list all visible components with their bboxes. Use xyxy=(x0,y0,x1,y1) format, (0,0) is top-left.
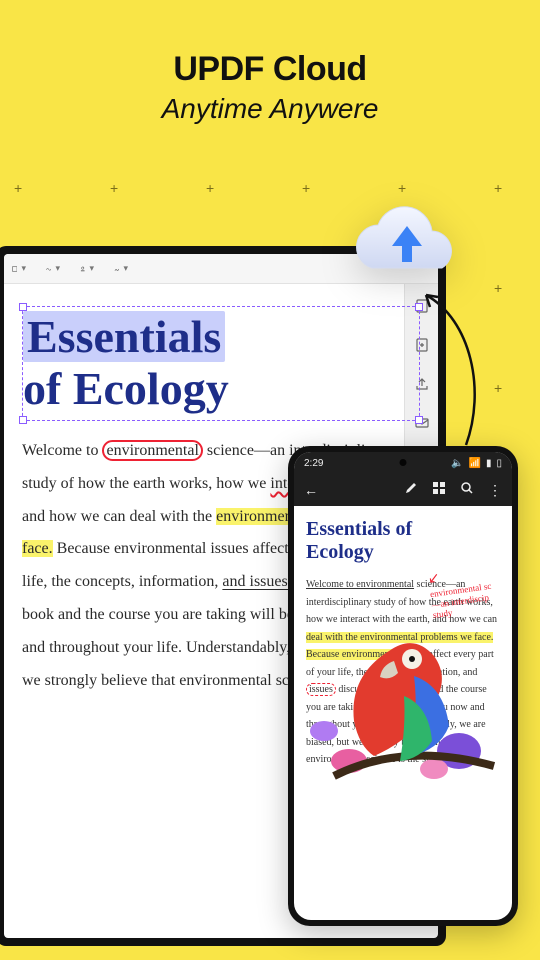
stamp-tool-icon[interactable] xyxy=(80,262,94,276)
promo-title: UPDF Cloud xyxy=(0,50,540,89)
resize-handle[interactable] xyxy=(19,303,27,311)
handwritten-note: ↙ environmental sc —an interdiscip study xyxy=(427,560,512,621)
battery-icon: ▯ xyxy=(496,458,502,469)
phone-document[interactable]: Essentials ofEcology ↙ environmental sc … xyxy=(294,506,512,781)
clock-label: 2:29 xyxy=(304,458,323,469)
sync-arrow-illustration xyxy=(416,280,486,450)
more-icon[interactable]: ⋮ xyxy=(488,482,502,499)
back-icon[interactable]: ← xyxy=(304,482,318,498)
wifi-icon: 📶 xyxy=(469,458,481,469)
volume-icon: 🔈 xyxy=(451,458,463,469)
signal-icon: ▮ xyxy=(486,458,492,469)
phone-app-bar: ← ⋮ xyxy=(294,474,512,506)
phone-device-frame: 2:29 🔈 📶 ▮ ▯ ← ⋮ Essentials ofEcology ↙ xyxy=(288,446,518,926)
selection-box[interactable]: Essentials of Ecology xyxy=(22,306,420,421)
document-title[interactable]: Essentials of Ecology xyxy=(23,311,419,414)
camera-hole xyxy=(400,459,407,466)
promo-header: UPDF Cloud Anytime Anywere xyxy=(0,0,540,125)
resize-handle[interactable] xyxy=(19,416,27,424)
freehand-tool-icon[interactable] xyxy=(46,262,60,276)
shape-tool-icon[interactable] xyxy=(12,262,26,276)
edit-icon[interactable] xyxy=(404,481,418,500)
phone-doc-title: Essentials ofEcology xyxy=(306,518,500,564)
promo-subtitle: Anytime Anywere xyxy=(0,93,540,125)
grid-icon[interactable] xyxy=(432,481,446,500)
phone-screen: 2:29 🔈 📶 ▮ ▯ ← ⋮ Essentials ofEcology ↙ xyxy=(294,452,512,920)
parrot-illustration xyxy=(294,631,512,781)
search-icon[interactable] xyxy=(460,481,474,500)
signature-tool-icon[interactable] xyxy=(114,262,128,276)
red-circle-annotation: environmental xyxy=(102,440,202,461)
